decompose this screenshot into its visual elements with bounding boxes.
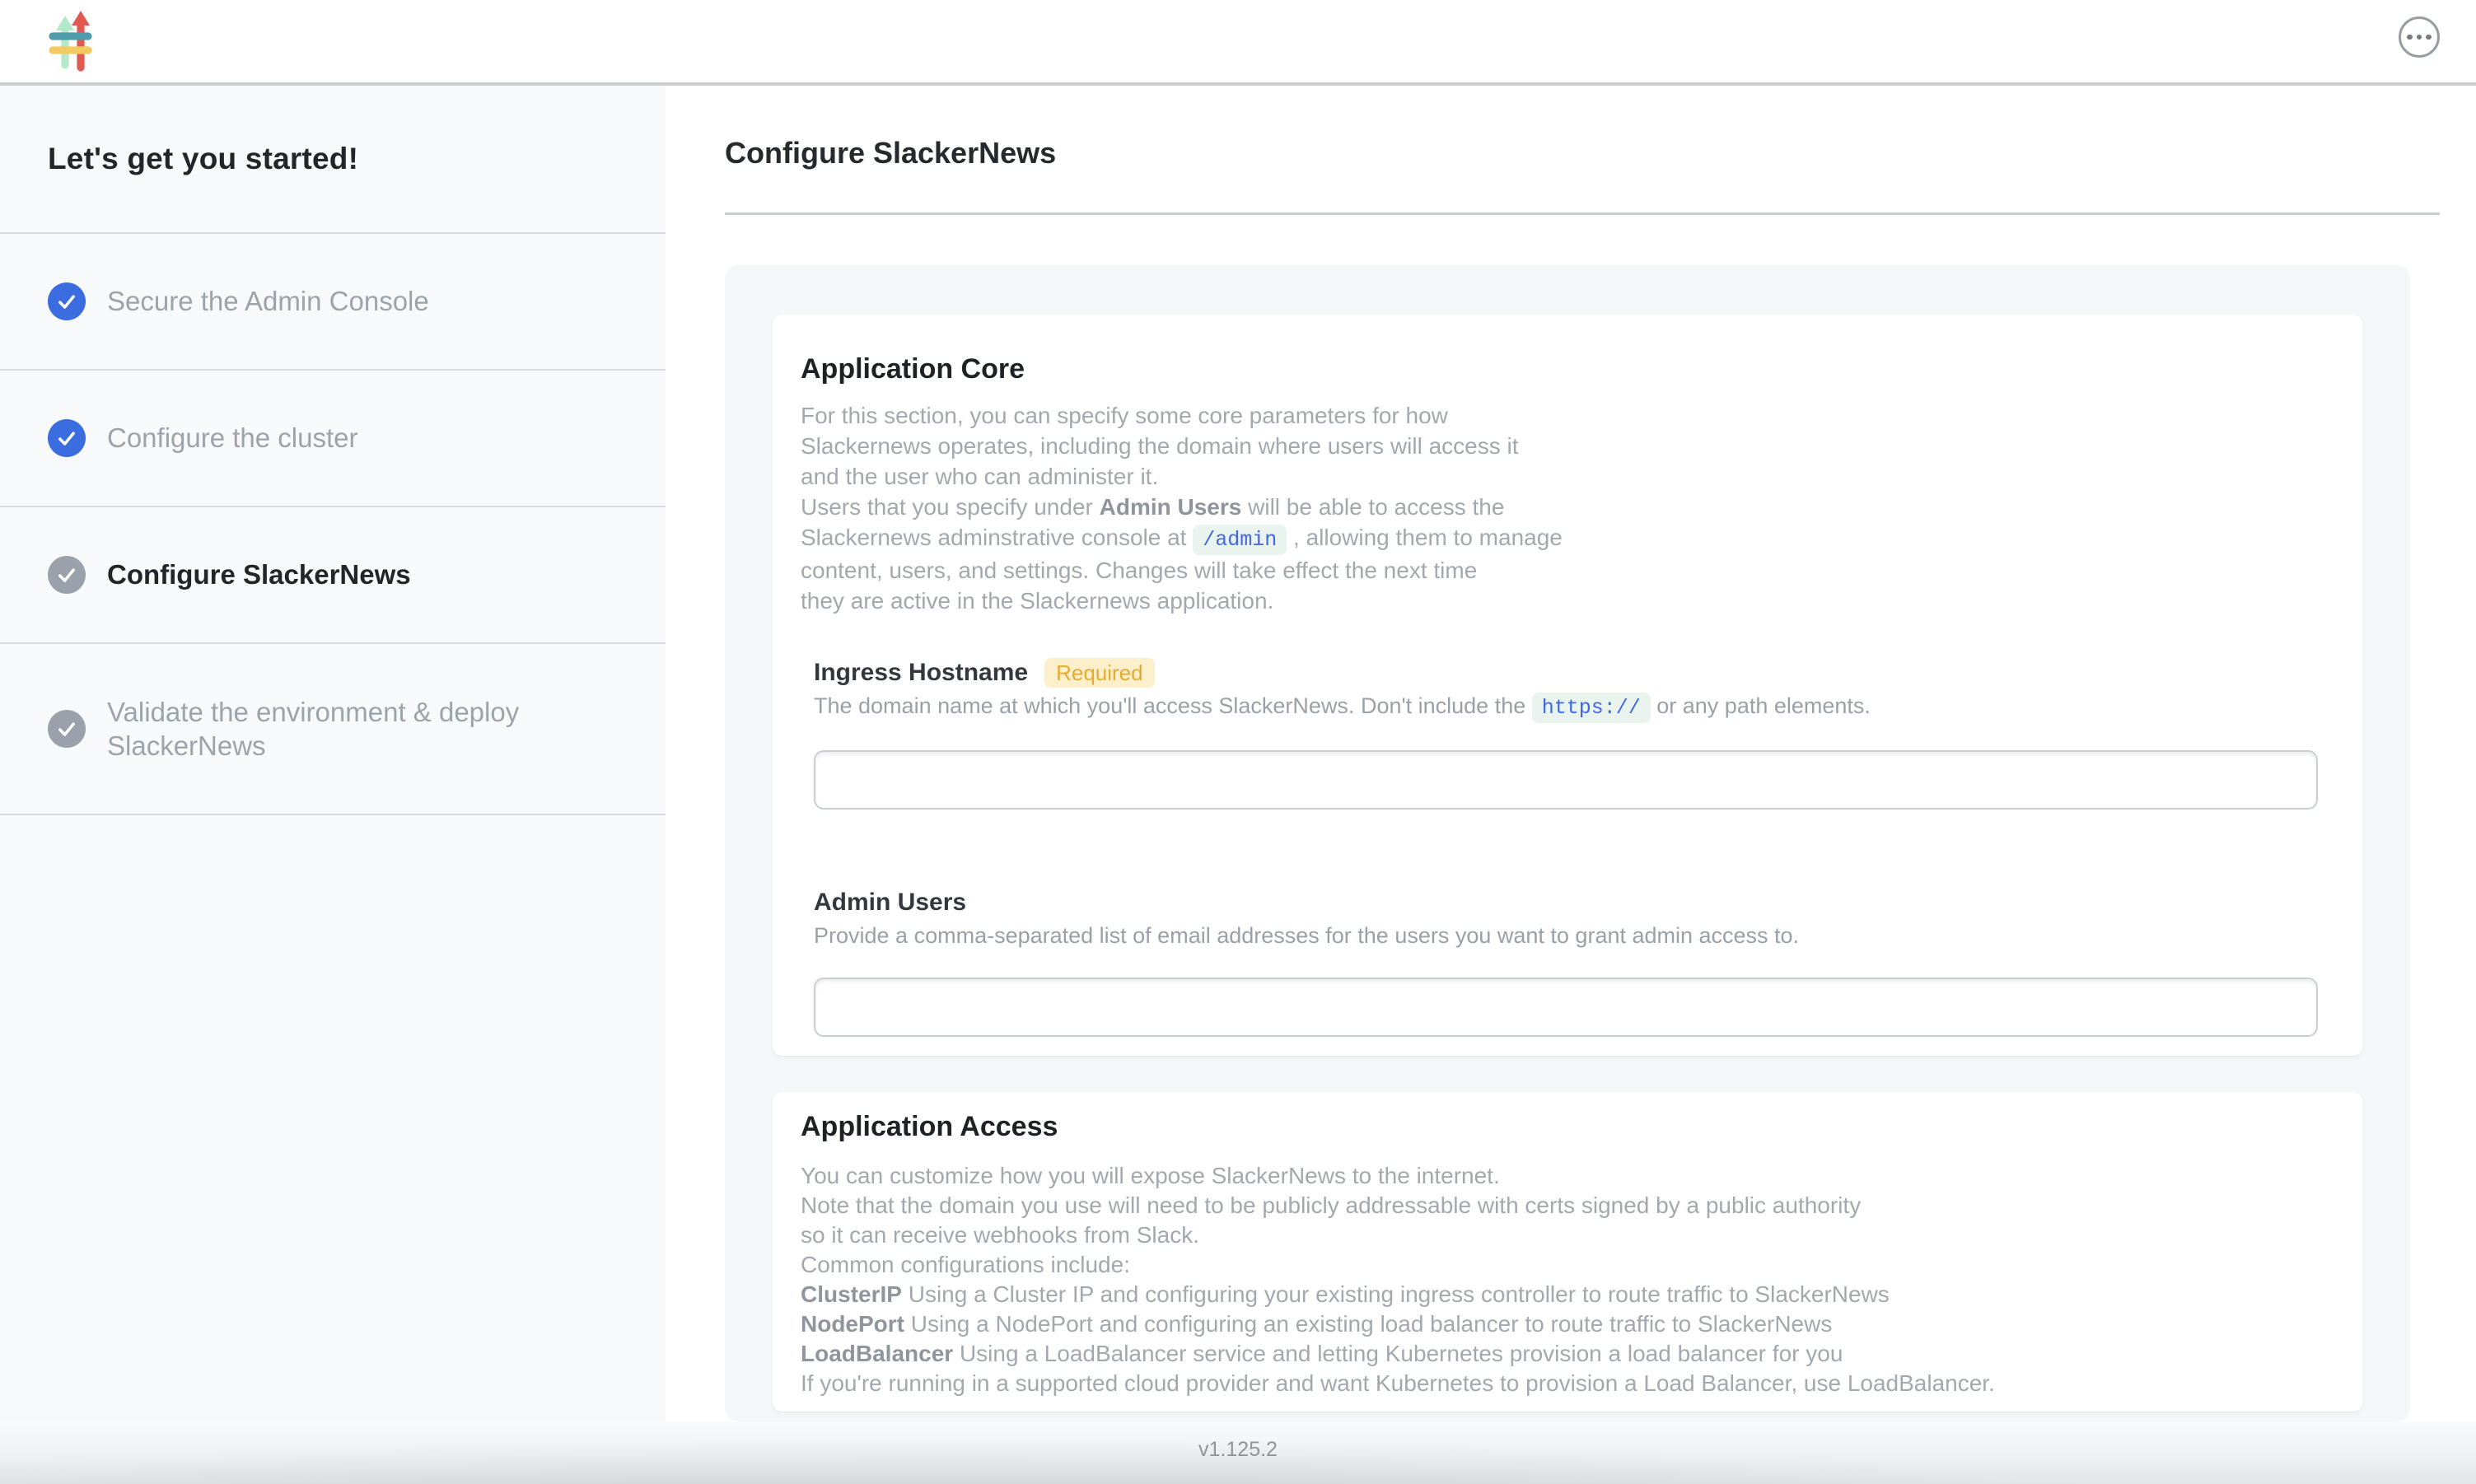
step-label: Configure the cluster	[107, 421, 358, 455]
nodeport-bold: NodePort	[801, 1311, 904, 1337]
admin-users-label: Admin Users	[814, 889, 966, 917]
application-access-card: Application Access You can customize how…	[773, 1092, 2362, 1412]
sidebar-step-configure-slackernews[interactable]: Configure SlackerNews	[0, 507, 666, 644]
application-core-title: Application Core	[801, 351, 2321, 387]
required-badge: Required	[1044, 658, 1155, 688]
step-pending-icon	[48, 710, 86, 748]
application-access-description: You can customize how you will expose Sl…	[801, 1161, 2321, 1398]
onboarding-sidebar: Let's get you started! Secure the Admin …	[0, 86, 666, 1421]
footer: v1.125.2	[0, 1421, 2476, 1484]
application-core-description: For this section, you can specify some c…	[801, 400, 2321, 616]
top-bar	[0, 0, 2476, 86]
page-title: Configure SlackerNews	[725, 132, 2476, 175]
step-pending-icon	[48, 556, 86, 594]
more-menu-button[interactable]	[2399, 16, 2440, 58]
clusterip-bold: ClusterIP	[801, 1281, 902, 1307]
ingress-hostname-help: The domain name at which you'll access S…	[814, 690, 2321, 724]
admin-users-input[interactable]	[814, 978, 2318, 1037]
sidebar-step-validate-deploy[interactable]: Validate the environment & deploy Slacke…	[0, 644, 666, 815]
admin-path-code: /admin	[1193, 525, 1287, 555]
application-core-card: Application Core For this section, you c…	[773, 315, 2362, 1056]
admin-users-bold: Admin Users	[1100, 494, 1242, 520]
application-access-title: Application Access	[801, 1108, 2321, 1145]
step-label: Secure the Admin Console	[107, 284, 429, 318]
sidebar-heading-block: Let's get you started!	[0, 86, 666, 234]
ingress-hostname-field: Ingress Hostname Required The domain nam…	[814, 656, 2321, 810]
main-content: Configure SlackerNews Application Core F…	[666, 86, 2476, 1421]
step-complete-icon	[48, 419, 86, 457]
https-code: https://	[1532, 693, 1651, 723]
step-label: Validate the environment & deploy Slacke…	[107, 695, 585, 763]
sidebar-heading: Let's get you started!	[48, 142, 358, 176]
step-label: Configure SlackerNews	[107, 558, 411, 591]
loadbalancer-bold: LoadBalancer	[801, 1341, 953, 1366]
ellipsis-icon	[2407, 35, 2413, 40]
ingress-hostname-label-row: Ingress Hostname Required	[814, 656, 2321, 690]
sidebar-step-configure-cluster[interactable]: Configure the cluster	[0, 371, 666, 507]
title-divider	[725, 212, 2440, 215]
admin-users-field: Admin Users Provide a comma-separated li…	[814, 885, 2321, 1037]
app-window: Let's get you started! Secure the Admin …	[0, 0, 2476, 1484]
version-label: v1.125.2	[1198, 1438, 1278, 1462]
admin-users-label-row: Admin Users	[814, 885, 2321, 920]
ingress-hostname-input[interactable]	[814, 750, 2318, 810]
step-complete-icon	[48, 282, 86, 320]
admin-users-help: Provide a comma-separated list of email …	[814, 920, 2321, 951]
slackernews-logo-icon	[48, 10, 92, 72]
sidebar-step-secure-admin-console[interactable]: Secure the Admin Console	[0, 234, 666, 371]
ingress-hostname-label: Ingress Hostname	[814, 659, 1028, 687]
config-panel: Application Core For this section, you c…	[725, 265, 2410, 1421]
